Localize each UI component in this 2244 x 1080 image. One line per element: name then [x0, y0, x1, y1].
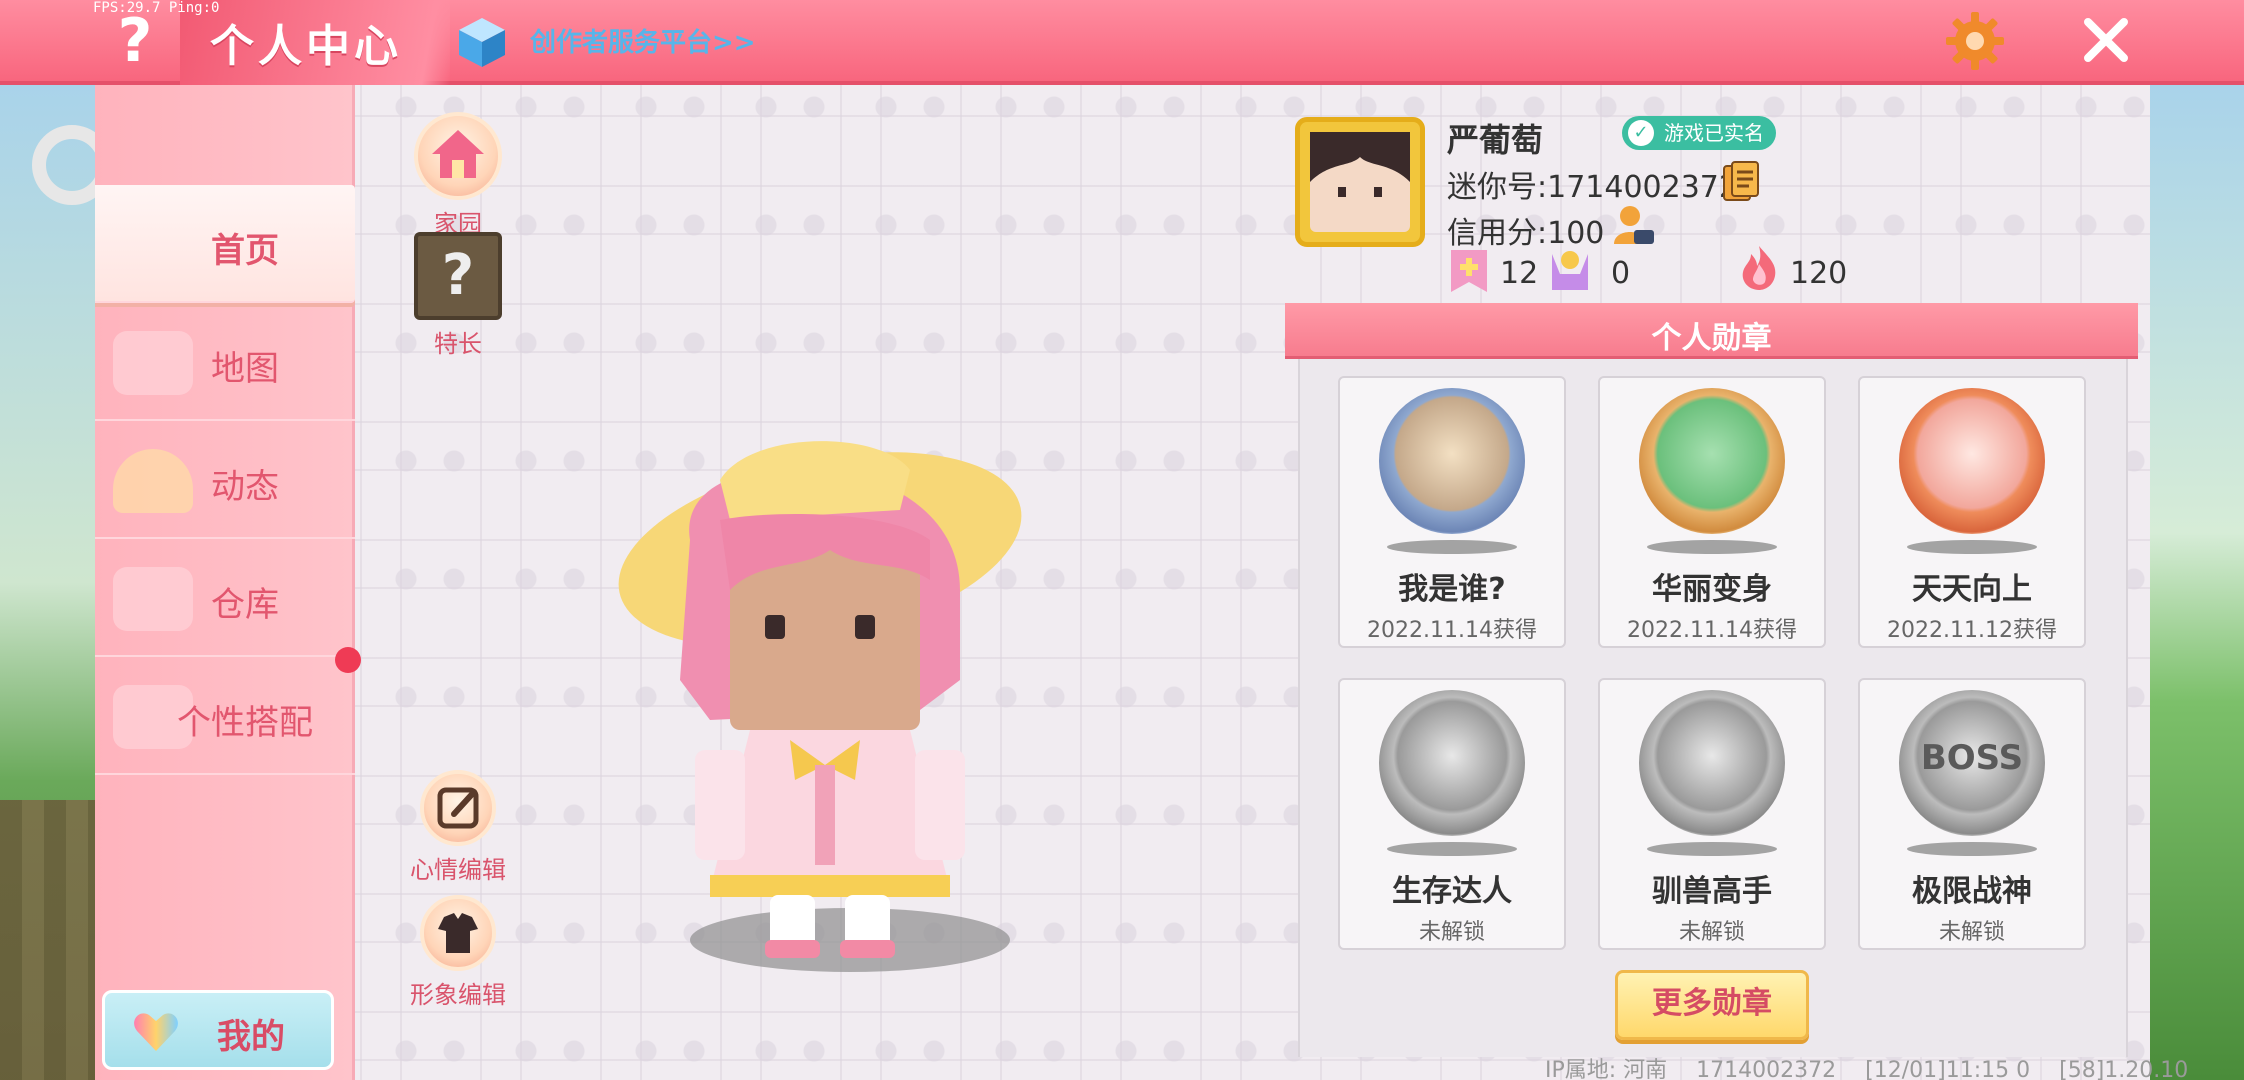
outfit-edit-icon	[420, 895, 496, 971]
medal-calendar-icon	[1899, 388, 2045, 534]
medal-card[interactable]: 天天向上 2022.11.12获得	[1858, 376, 2086, 648]
medal-boss-icon: BOSS	[1899, 690, 2045, 836]
sidebar-item-moments[interactable]: 动态	[95, 421, 355, 539]
medal-status: 未解锁	[1418, 920, 1485, 945]
footer-uid: 1714002372	[1696, 1058, 1837, 1080]
creator-platform-link[interactable]: 创作者服务平台>>	[530, 22, 756, 59]
player-name: 严葡萄	[1447, 121, 1544, 159]
footer-version: [58]1.20.10	[2059, 1058, 2189, 1080]
medal-campfire-icon	[1379, 690, 1525, 836]
medal-card[interactable]: BOSS 极限战神 未解锁	[1858, 678, 2086, 950]
verified-badge: ✓ 游戏已实名	[1622, 116, 1776, 150]
add-friend-icon[interactable]	[1447, 248, 1491, 294]
copy-icon[interactable]	[1722, 160, 1760, 202]
ip-location: IP属地: 河南	[1545, 1058, 1668, 1080]
medal-shadow	[1647, 540, 1777, 554]
medal-header-title: 个人勋章	[1651, 321, 1772, 356]
house-icon	[414, 112, 502, 200]
medal-shadow	[1907, 540, 2037, 554]
home-tool[interactable]: 家园	[408, 112, 508, 239]
medal-title: 驯兽高手	[1652, 874, 1772, 909]
flame-icon[interactable]	[1737, 244, 1781, 290]
medal-title: 华丽变身	[1652, 572, 1772, 607]
medal-title: 极限战神	[1912, 874, 2032, 909]
fans-icon[interactable]	[1548, 246, 1592, 292]
medal-date: 2022.11.14获得	[1627, 618, 1797, 643]
skill-tool[interactable]: ? 特长	[408, 232, 508, 359]
medal-shadow	[1387, 842, 1517, 856]
heart-icon	[134, 1013, 178, 1051]
sidebar-item-outfit[interactable]: 个性搭配	[95, 657, 355, 775]
look-edit-caption: 形象编辑	[410, 981, 506, 1009]
sidebar: 首页 地图 动态 仓库 个性搭配	[95, 85, 355, 1080]
verified-label: 游戏已实名	[1664, 121, 1764, 145]
medal-status: 未解锁	[1938, 920, 2005, 945]
top-bar: FPS:29.7 Ping:0 ? 个人中心 创作者服务平台>>	[0, 0, 2244, 85]
mini-id: 迷你号:1714002372	[1447, 170, 1738, 205]
medal-envelope-icon	[1379, 388, 1525, 534]
sidebar-item-label: 个性搭配	[177, 703, 313, 743]
medal-header: 个人勋章	[1285, 303, 2138, 359]
boss-glyph: BOSS	[1920, 738, 2024, 778]
sidebar-item-label: 首页	[211, 231, 279, 271]
background-block	[0, 800, 95, 1080]
medal-title: 我是谁?	[1398, 572, 1506, 607]
verified-person-icon: ✓	[1628, 120, 1654, 146]
background-scenery-right	[2149, 85, 2244, 1080]
question-block-icon: ?	[414, 232, 502, 320]
medal-shadow	[1647, 842, 1777, 856]
medal-date: 2022.11.12获得	[1887, 618, 2057, 643]
gear-icon[interactable]	[1944, 10, 2006, 72]
more-medals-button[interactable]: 更多勋章	[1615, 970, 1809, 1040]
medal-card[interactable]: 我是谁? 2022.11.14获得	[1338, 376, 1566, 648]
help-icon[interactable]: ?	[105, 6, 165, 76]
medal-title: 生存达人	[1392, 874, 1512, 909]
popularity-count: 120	[1790, 256, 1848, 291]
look-edit-tool[interactable]: 形象编辑	[402, 895, 514, 1010]
fans-count: 0	[1611, 256, 1631, 291]
sidebar-item-label: 动态	[211, 467, 279, 507]
medal-status: 未解锁	[1678, 920, 1745, 945]
mine-button[interactable]: 我的	[102, 990, 334, 1070]
mine-label: 我的	[217, 1017, 285, 1057]
footer-info: IP属地: 河南 1714002372 [12/01]11:15 0 [58]1…	[1545, 1052, 2210, 1080]
medal-rider-icon	[1639, 690, 1785, 836]
sidebar-item-home[interactable]: 首页	[95, 185, 355, 303]
creator-cube-icon[interactable]	[455, 15, 509, 69]
avatar-character	[618, 441, 1022, 972]
mood-edit-tool[interactable]: 心情编辑	[402, 770, 514, 885]
friends-count: 12	[1500, 256, 1539, 291]
user-shield-icon[interactable]	[1612, 204, 1656, 248]
sidebar-item-map[interactable]: 地图	[95, 303, 355, 421]
edit-icon	[420, 770, 496, 846]
skill-caption: 特长	[434, 330, 482, 358]
mood-edit-caption: 心情编辑	[410, 856, 506, 884]
footer-time: [12/01]11:15 0	[1865, 1058, 2031, 1080]
page-title: 个人中心	[210, 21, 402, 72]
close-icon[interactable]	[2078, 12, 2134, 68]
medal-shadow	[1387, 540, 1517, 554]
medal-card[interactable]: 驯兽高手 未解锁	[1598, 678, 1826, 950]
medal-shadow	[1907, 842, 2037, 856]
avatar[interactable]	[1295, 117, 1425, 247]
notification-dot	[335, 647, 361, 673]
medal-title: 天天向上	[1912, 572, 2032, 607]
sidebar-item-label: 地图	[211, 349, 279, 389]
avatar-face	[1310, 132, 1410, 232]
sidebar-item-storage[interactable]: 仓库	[95, 539, 355, 657]
medal-date: 2022.11.14获得	[1367, 618, 1537, 643]
sidebar-item-label: 仓库	[211, 585, 279, 625]
medal-dino-icon	[1639, 388, 1785, 534]
background-scenery-left	[0, 85, 95, 1080]
medal-card[interactable]: 生存达人 未解锁	[1338, 678, 1566, 950]
medal-card[interactable]: 华丽变身 2022.11.14获得	[1598, 376, 1826, 648]
